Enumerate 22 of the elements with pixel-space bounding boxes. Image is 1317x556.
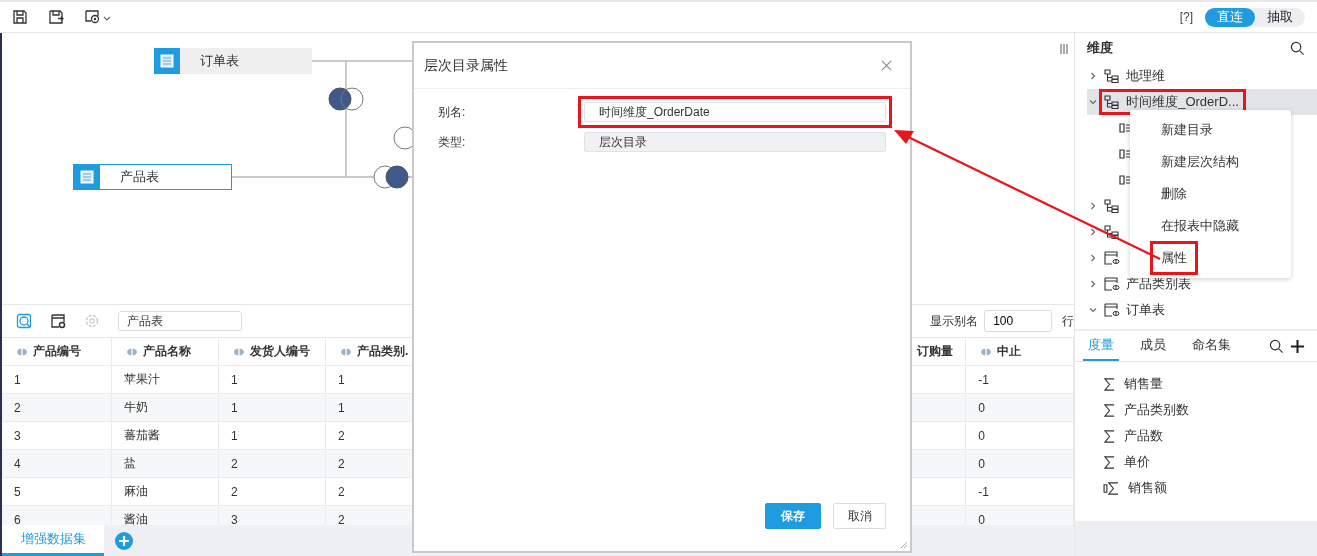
tree-item-label: 时间维度_OrderD... (1126, 93, 1239, 111)
table-cell: 3 (219, 506, 326, 525)
panel-title: 维度 (1087, 39, 1114, 57)
table-cell: 4 (2, 450, 112, 479)
table-cell: 1 (219, 394, 326, 423)
tree-item-label: 产品类别表 (1126, 275, 1192, 293)
table-cell: 0 (966, 506, 1075, 525)
table-cell: 盐 (112, 450, 219, 479)
table-cell: 0 (966, 450, 1075, 479)
tree-item-label: 地理维 (1126, 67, 1166, 85)
rows-unit: 行 (1062, 312, 1075, 330)
table-cell: 2 (2, 394, 112, 423)
table-cell: 牛奶 (112, 394, 219, 423)
tree-item-label: 订单表 (1126, 301, 1166, 319)
table-cell: 2 (219, 450, 326, 479)
alias-label: 显示别名 (930, 312, 979, 330)
table-cell: 6 (2, 506, 112, 525)
table-cell: 酱油 (112, 506, 219, 525)
field-label: 类型: (438, 133, 467, 151)
table-cell: 0 (966, 394, 1075, 423)
dialog-title: 层次目录属性 (424, 56, 508, 75)
field-label: 别名: (438, 103, 467, 121)
